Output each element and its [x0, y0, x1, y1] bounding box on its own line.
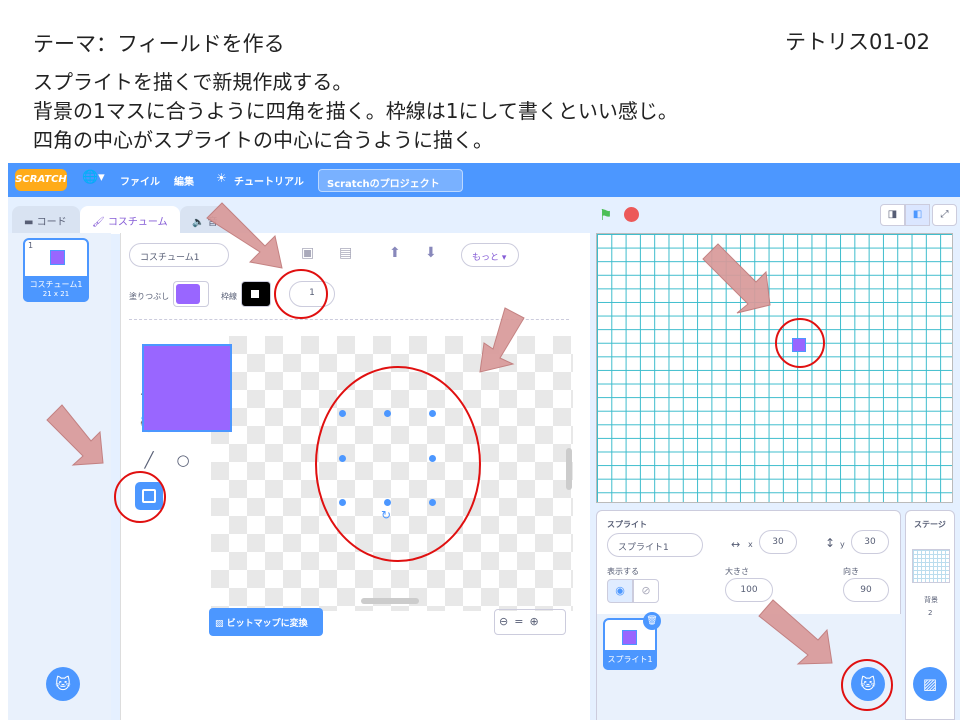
highlight-outline-width	[274, 269, 328, 319]
annotation-arrow	[702, 243, 771, 314]
highlight-sprite-button	[841, 659, 893, 711]
highlight-stage-sprite	[775, 318, 825, 368]
highlight-rect-tool	[114, 471, 166, 523]
annotation-arrow	[206, 202, 283, 269]
annotation-layer	[46, 202, 893, 711]
highlight-rectangle	[315, 366, 481, 562]
annotation-arrow	[479, 307, 525, 373]
annotation-arrow	[758, 599, 833, 665]
annotation-arrow	[46, 404, 104, 466]
